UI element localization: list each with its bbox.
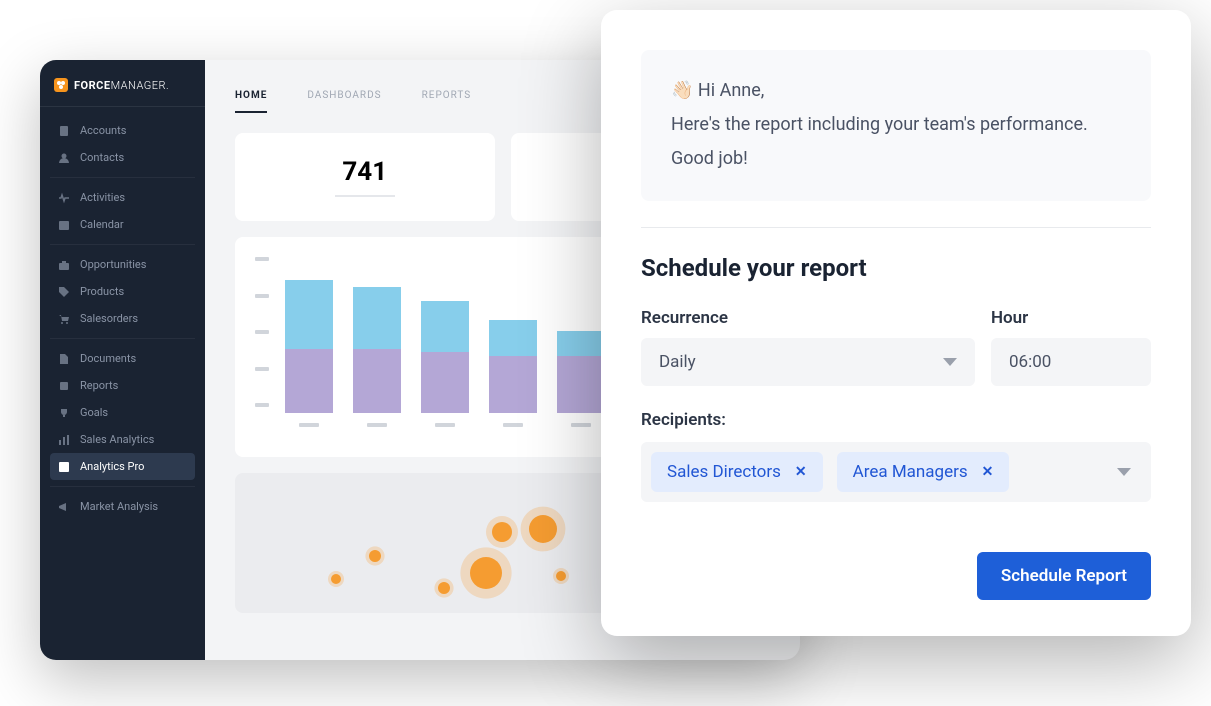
chevron-down-icon <box>943 358 957 366</box>
stat-value: 741 <box>265 157 465 187</box>
sidebar-item-label: Calendar <box>80 218 124 231</box>
bar-group <box>557 331 605 427</box>
cart-icon <box>58 313 70 325</box>
sidebar-item-label: Market Analysis <box>80 500 158 513</box>
sidebar-item-reports[interactable]: Reports <box>50 372 195 399</box>
hour-input[interactable]: 06:00 <box>991 338 1151 386</box>
sidebar-item-label: Sales Analytics <box>80 433 154 446</box>
sidebar-item-label: Analytics Pro <box>80 460 144 473</box>
bar-group <box>353 287 401 427</box>
sidebar-item-activities[interactable]: Activities <box>50 184 195 211</box>
map-dot <box>492 522 512 542</box>
chip-label: Sales Directors <box>667 462 781 482</box>
sidebar-item-documents[interactable]: Documents <box>50 345 195 372</box>
trophy-icon <box>58 407 70 419</box>
sidebar-item-accounts[interactable]: Accounts <box>50 117 195 144</box>
sidebar-item-label: Documents <box>80 352 136 365</box>
recipients-label: Recipients: <box>641 410 1151 430</box>
sidebar-item-opportunities[interactable]: Opportunities <box>50 251 195 278</box>
map-dot <box>331 574 341 584</box>
sidebar-item-label: Opportunities <box>80 258 146 271</box>
recurrence-select[interactable]: Daily <box>641 338 975 386</box>
sidebar-item-label: Accounts <box>80 124 126 137</box>
doc-icon <box>58 353 70 365</box>
sidebar-item-goals[interactable]: Goals <box>50 399 195 426</box>
hour-label: Hour <box>991 308 1151 328</box>
sidebar-item-analytics-pro[interactable]: Analytics Pro <box>50 453 195 480</box>
user-icon <box>58 152 70 164</box>
recipient-chip: Sales Directors ✕ <box>651 452 823 492</box>
divider <box>641 227 1151 228</box>
report-icon <box>58 380 70 392</box>
chevron-down-icon <box>1117 468 1131 476</box>
recipients-select[interactable]: Sales Directors ✕ Area Managers ✕ <box>641 442 1151 502</box>
chip-remove-icon[interactable]: ✕ <box>982 464 994 480</box>
sidebar-item-label: Reports <box>80 379 118 392</box>
section-title: Schedule your report <box>641 254 1151 282</box>
greeting-line3: Good job! <box>671 142 1121 176</box>
wave-icon: 👋🏻 <box>671 80 693 101</box>
sidebar-item-sales-analytics[interactable]: Sales Analytics <box>50 426 195 453</box>
sidebar-item-label: Contacts <box>80 151 124 164</box>
schedule-report-button[interactable]: Schedule Report <box>977 552 1151 600</box>
map-dot <box>529 515 557 543</box>
megaphone-icon <box>58 501 70 513</box>
sidebar: FORCEMANAGER. Accounts Contacts Activities… <box>40 60 205 660</box>
bar-group <box>489 320 537 427</box>
greeting-box: 👋🏻 Hi Anne, Here's the report including … <box>641 50 1151 201</box>
map-dot <box>556 571 566 581</box>
stat-card: 741 <box>235 133 495 221</box>
sidebar-item-contacts[interactable]: Contacts <box>50 144 195 171</box>
sidebar-item-label: Activities <box>80 191 125 204</box>
briefcase-icon <box>58 259 70 271</box>
tab-reports[interactable]: REPORTS <box>422 90 472 113</box>
schedule-report-modal: 👋🏻 Hi Anne, Here's the report including … <box>601 10 1191 636</box>
bar-group <box>421 301 469 427</box>
chart-icon <box>58 461 70 473</box>
logo-text: FORCEMANAGER. <box>74 79 169 92</box>
tab-dashboards[interactable]: DASHBOARDS <box>307 90 381 113</box>
axis-markers <box>255 257 269 407</box>
recurrence-label: Recurrence <box>641 308 975 328</box>
sidebar-item-calendar[interactable]: Calendar <box>50 211 195 238</box>
map-dot <box>470 557 502 589</box>
sidebar-item-label: Products <box>80 285 124 298</box>
bars-icon <box>58 434 70 446</box>
pulse-icon <box>58 192 70 204</box>
logo: FORCEMANAGER. <box>40 78 205 107</box>
map-dot <box>369 550 381 562</box>
bar-group <box>285 280 333 427</box>
sidebar-item-market-analysis[interactable]: Market Analysis <box>50 493 195 520</box>
calendar-icon <box>58 219 70 231</box>
sidebar-item-salesorders[interactable]: Salesorders <box>50 305 195 332</box>
sidebar-item-products[interactable]: Products <box>50 278 195 305</box>
chip-remove-icon[interactable]: ✕ <box>795 464 807 480</box>
greeting-line1: Hi Anne, <box>698 80 764 101</box>
tab-home[interactable]: HOME <box>235 90 267 113</box>
recipient-chip: Area Managers ✕ <box>837 452 1010 492</box>
map-dot <box>438 582 450 594</box>
logo-icon <box>54 78 68 92</box>
building-icon <box>58 125 70 137</box>
greeting-line2: Here's the report including your team's … <box>671 108 1121 142</box>
sidebar-item-label: Goals <box>80 406 108 419</box>
sidebar-item-label: Salesorders <box>80 312 138 325</box>
tag-icon <box>58 286 70 298</box>
chip-label: Area Managers <box>853 462 968 482</box>
recurrence-value: Daily <box>659 352 696 372</box>
